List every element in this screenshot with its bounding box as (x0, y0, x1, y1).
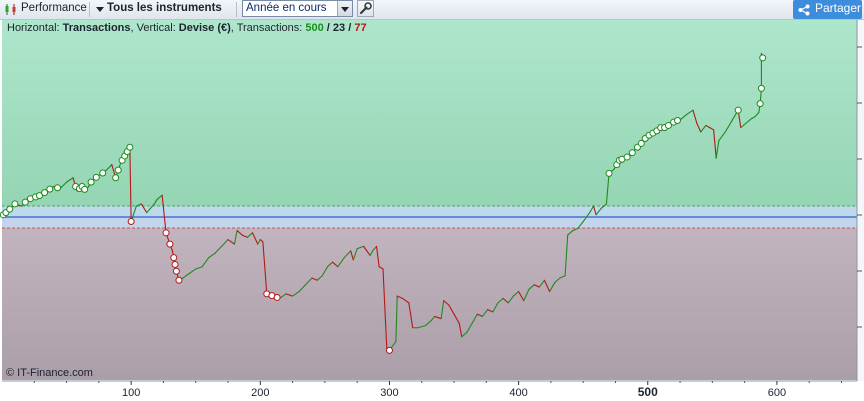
trade-marker (99, 169, 107, 177)
trade-marker (126, 143, 134, 151)
loss-zone (2, 217, 857, 380)
trade-marker (11, 200, 19, 208)
x-tick-label: 500 (638, 385, 658, 399)
toolbar-separator (89, 2, 90, 17)
trade-marker (756, 100, 764, 108)
trade-marker (171, 260, 179, 268)
trade-marker (734, 106, 742, 114)
settings-button[interactable] (357, 0, 374, 17)
trade-marker (162, 229, 170, 237)
period-select-dropdown-button[interactable] (337, 1, 352, 16)
horizontal-label: Horizontal: (7, 22, 63, 34)
performance-menu[interactable]: Performance (21, 0, 87, 19)
x-tick-label: 200 (251, 387, 269, 399)
trade-marker (87, 178, 95, 186)
transactions-winners: 23 (332, 22, 346, 34)
share-label: Partager (815, 1, 862, 15)
trade-marker (605, 169, 613, 177)
trade-marker (385, 346, 393, 354)
period-select-value: Année en cours (246, 2, 327, 14)
performance-chart: 100 200 300 400 500 600 (0, 20, 864, 401)
trade-marker (112, 174, 120, 182)
share-icon (798, 4, 810, 16)
transactions-total: 500 (305, 22, 324, 34)
toolbar: Performance Tous les instruments Année e… (0, 0, 864, 20)
trade-marker (127, 218, 135, 226)
copyright-credit: © IT-Finance.com (6, 367, 93, 379)
trade-marker (175, 276, 183, 284)
trade-marker (273, 293, 281, 301)
horizontal-value: Transactions (62, 22, 131, 34)
trade-marker (628, 149, 636, 157)
trade-marker (757, 84, 765, 92)
trade-marker (673, 117, 681, 125)
trade-marker (759, 54, 767, 62)
trade-marker (46, 185, 54, 193)
instruments-menu[interactable]: Tous les instruments (107, 0, 222, 19)
separator: / (323, 22, 333, 34)
period-select[interactable]: Année en cours (242, 0, 353, 17)
x-tick-label: 600 (768, 387, 786, 399)
chart-info-bar: Horizontal: Transactions, Vertical: Devi… (7, 22, 367, 34)
trade-marker (92, 173, 100, 181)
chevron-down-icon[interactable] (96, 7, 104, 12)
candlestick-icon (5, 4, 16, 15)
x-tick-label: 300 (380, 387, 398, 399)
vertical-label: , Vertical: (130, 22, 179, 34)
x-tick-label: 100 (122, 387, 140, 399)
vertical-value: Devise (€) (178, 22, 231, 34)
trade-marker (81, 185, 89, 193)
transactions-label: , Transactions: (230, 22, 306, 34)
x-tick-label: 400 (509, 387, 527, 399)
trade-marker (623, 153, 631, 161)
share-button[interactable]: Partager (793, 0, 862, 19)
trade-marker (114, 166, 122, 174)
trade-marker (166, 240, 174, 248)
trade-marker (172, 267, 180, 275)
trade-marker (170, 254, 178, 262)
wrench-icon (360, 2, 372, 14)
separator: / (345, 22, 355, 34)
trade-marker (54, 184, 62, 192)
transactions-losers: 77 (354, 22, 367, 34)
trade-marker (6, 205, 14, 213)
toolbar-separator (236, 2, 237, 17)
